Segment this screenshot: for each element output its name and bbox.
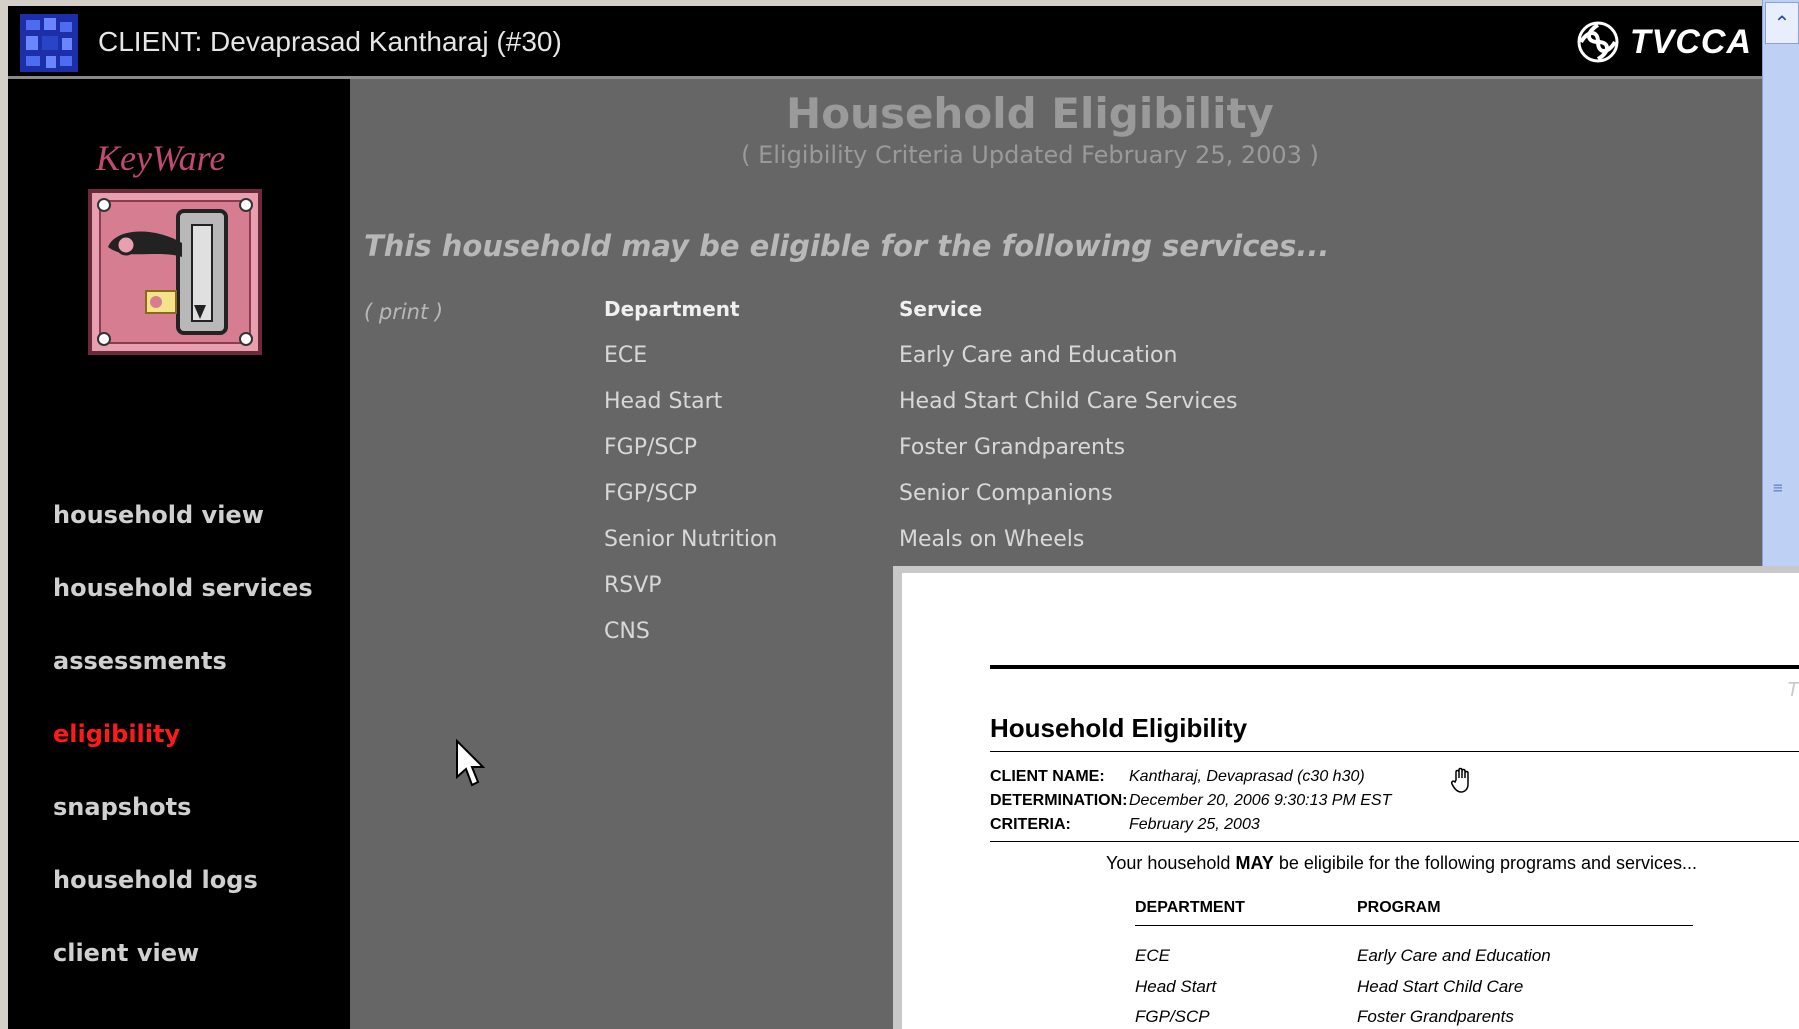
service-cell: Meals on Wheels: [899, 527, 1085, 552]
criteria-label: CRITERIA:: [990, 816, 1071, 833]
department-cell: Head Start: [604, 389, 723, 414]
table-divider: [1135, 925, 1693, 926]
determination-label: DETERMINATION:: [990, 792, 1128, 809]
service-cell: Head Start Child Care Services: [899, 389, 1238, 414]
department-column-header: DEPARTMENT: [1135, 899, 1245, 916]
program-cell: Foster Grandparents: [1357, 1007, 1514, 1026]
program-cell: Head Start Child Care: [1357, 977, 1524, 996]
department-cell: ECE: [1135, 946, 1170, 965]
page-corner-text: T: [1786, 679, 1799, 701]
sidebar-item-household-view[interactable]: household view: [53, 501, 313, 574]
message-prefix: Your household: [1106, 853, 1231, 873]
hand-cursor-icon: [1451, 767, 1469, 793]
client-name-label: CLIENT NAME:: [990, 768, 1105, 785]
service-column-header: Service: [899, 297, 983, 321]
app-icon[interactable]: [18, 12, 80, 74]
print-title: Household Eligibility: [990, 713, 1248, 743]
brand: TVCCA: [1576, 20, 1752, 64]
page-top-rule: [990, 665, 1799, 669]
client-header-bar: CLIENT: Devaprasad Kantharaj (#30) TVCCA: [8, 6, 1762, 79]
keyware-logo-text: KeyWare: [96, 138, 226, 178]
client-name-value: Kantharaj, Devaprasad (c30 h30): [1129, 768, 1365, 785]
service-cell: Early Care and Education: [899, 343, 1178, 368]
print-preview-page: T Household Eligibility CLIENT NAME: Kan…: [902, 573, 1799, 1029]
department-column-header: Department: [604, 297, 740, 321]
divider: [990, 751, 1799, 752]
client-title: CLIENT: Devaprasad Kantharaj (#30): [98, 26, 562, 57]
divider: [990, 841, 1799, 842]
sidebar-item-household-logs[interactable]: household logs: [53, 866, 313, 939]
eligibility-message: Your household MAY be eligibile for the …: [1106, 853, 1697, 874]
mouse-pointer-icon: [456, 739, 485, 787]
department-cell: Head Start: [1135, 977, 1217, 996]
determination-value: December 20, 2006 9:30:13 PM EST: [1129, 792, 1392, 809]
sidebar-item-assessments[interactable]: assessments: [53, 647, 313, 720]
message-suffix: be eligibile for the following programs …: [1278, 853, 1698, 873]
print-link[interactable]: ( print ): [364, 300, 443, 324]
department-cell: FGP/SCP: [604, 435, 697, 460]
department-cell: Senior Nutrition: [604, 527, 778, 552]
program-column-header: PROGRAM: [1357, 899, 1441, 916]
program-cell: Early Care and Education: [1357, 946, 1551, 965]
eligibility-lead-text: This household may be eligible for the f…: [364, 229, 1330, 263]
keyware-lock-logo: [88, 189, 262, 355]
sidebar: KeyWare household view household service…: [8, 79, 350, 1029]
sidebar-nav: household view household services assess…: [53, 501, 313, 1012]
page-subtitle: ( Eligibility Criteria Updated February …: [741, 141, 1319, 169]
department-cell: FGP/SCP: [604, 481, 697, 506]
message-emphasis: MAY: [1235, 853, 1274, 873]
scroll-up-arrow-icon[interactable]: ⌃: [1765, 2, 1799, 44]
sidebar-item-household-services[interactable]: household services: [53, 574, 313, 647]
tvcca-swirl-icon: [1577, 21, 1619, 63]
sidebar-item-snapshots[interactable]: snapshots: [53, 793, 313, 866]
criteria-value: February 25, 2003: [1129, 816, 1260, 833]
department-cell: RSVP: [604, 573, 662, 598]
scroll-grip-icon[interactable]: ≡: [1773, 478, 1789, 497]
service-cell: Foster Grandparents: [899, 435, 1126, 460]
page-title: Household Eligibility: [786, 89, 1274, 138]
sidebar-item-eligibility[interactable]: eligibility: [53, 720, 313, 793]
sidebar-item-client-view[interactable]: client view: [53, 939, 313, 1012]
department-cell: FGP/SCP: [1135, 1007, 1210, 1026]
print-preview-window[interactable]: T Household Eligibility CLIENT NAME: Kan…: [893, 566, 1799, 1029]
service-cell: Senior Companions: [899, 481, 1113, 506]
department-cell: ECE: [604, 343, 648, 368]
brand-name: TVCCA: [1629, 22, 1752, 61]
department-cell: CNS: [604, 619, 650, 644]
